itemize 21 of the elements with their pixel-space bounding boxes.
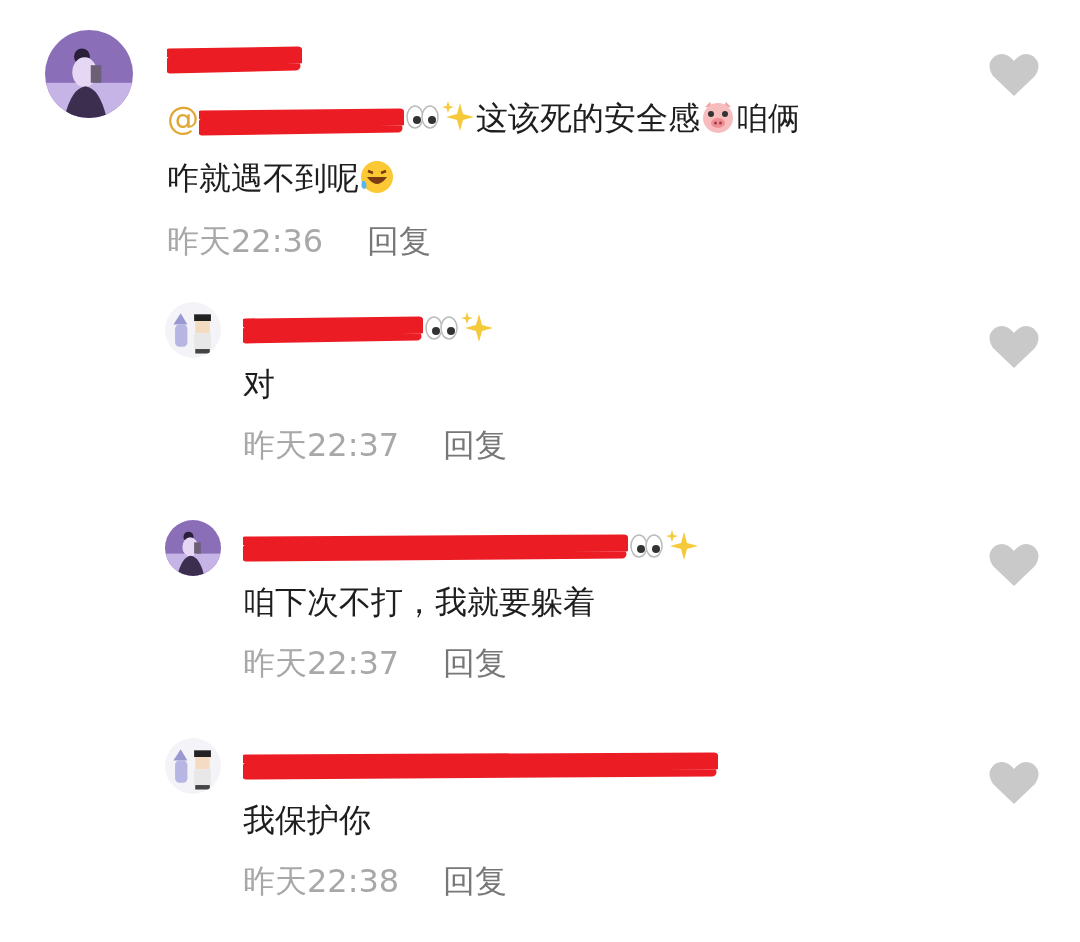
heart-icon[interactable] [988,760,1040,806]
reply-link[interactable]: 回复 [443,424,508,468]
mention-symbol: @ [167,99,199,137]
pig-icon [700,99,736,135]
timestamp: 昨天22:36 [167,221,324,262]
comment-text: 这该死的安全感 [476,99,700,137]
comment-text: 咱俩 [736,99,800,137]
comment-text: 咋就遇不到呢 [167,159,359,197]
timestamp: 昨天22:37 [243,643,400,684]
heart-icon[interactable] [988,52,1040,98]
heart-icon[interactable] [988,324,1040,370]
reply-link[interactable]: 回复 [367,220,432,264]
timestamp: 昨天22:38 [243,861,400,902]
comment-text: 对 [243,365,275,403]
comment-text: 我保护你 [243,801,371,839]
timestamp: 昨天22:37 [243,425,400,466]
laughing-emoji-icon [359,159,395,195]
reply-link[interactable]: 回复 [443,860,508,904]
reply-link[interactable]: 回复 [443,642,508,686]
heart-icon[interactable] [988,542,1040,588]
comment-text: 咱下次不打，我就要躲着 [243,583,595,621]
